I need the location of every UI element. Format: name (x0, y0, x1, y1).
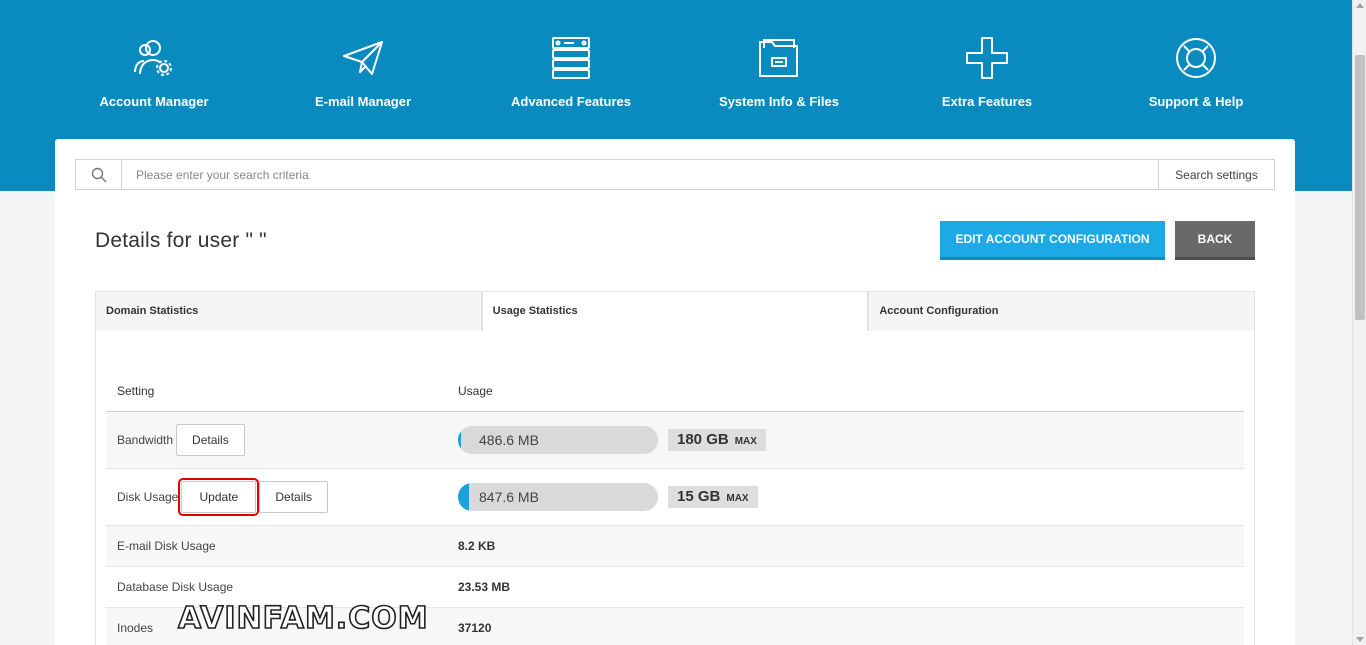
tab-usage-statistics[interactable]: Usage Statistics (481, 291, 869, 332)
max-label: MAX (734, 435, 757, 447)
page-title: Details for user " " (95, 229, 267, 252)
setting-label: Disk Usage (117, 489, 179, 504)
edit-account-configuration-button[interactable]: EDIT ACCOUNT CONFIGURATION (940, 221, 1165, 260)
search-settings-button[interactable]: Search settings (1158, 160, 1274, 189)
table-row-email-disk-usage: E-mail Disk Usage 8.2 KB (106, 525, 1244, 566)
usage-bar-fill (458, 425, 461, 454)
column-header-setting: Setting (106, 371, 447, 412)
paper-plane-icon (343, 41, 383, 75)
nav-account-manager[interactable]: Account Manager (49, 36, 259, 109)
search-input[interactable] (122, 160, 1158, 189)
search-button[interactable] (76, 160, 122, 189)
nav-label: Account Manager (99, 94, 209, 109)
nav-email-manager[interactable]: E-mail Manager (258, 36, 468, 109)
nav-advanced-features[interactable]: Advanced Features (466, 36, 676, 109)
usage-value: 486.6 MB (479, 431, 539, 448)
bandwidth-details-button[interactable]: Details (176, 423, 245, 456)
usage-statistics-panel: Setting Usage Bandwidth Details 486.6 MB… (95, 331, 1255, 645)
disk-usage-update-button[interactable]: Update (178, 477, 260, 516)
search-bar: Search settings (75, 159, 1275, 190)
nav-system-info-files[interactable]: System Info & Files (674, 36, 884, 109)
setting-value: 37120 (458, 620, 492, 635)
max-value: 180 GB (677, 430, 729, 448)
bandwidth-usage-bar: 486.6 MB (458, 425, 658, 454)
setting-value: 8.2 KB (458, 538, 496, 553)
tab-domain-statistics[interactable]: Domain Statistics (95, 291, 482, 332)
usage-value: 847.6 MB (479, 488, 539, 505)
disk-max: 15 GB MAX (668, 485, 758, 508)
back-button[interactable]: BACK (1175, 221, 1255, 260)
nav-label: Support & Help (1148, 94, 1244, 109)
column-header-usage: Usage (447, 371, 1244, 412)
disk-usage-bar: 847.6 MB (458, 482, 658, 511)
vertical-scrollbar[interactable] (1352, 0, 1366, 645)
disk-usage-details-button[interactable]: Details (259, 480, 329, 513)
setting-label: Bandwidth (117, 432, 174, 447)
search-icon (91, 167, 106, 182)
scroll-down-arrow-icon[interactable] (1356, 637, 1364, 642)
lifebuoy-icon (1176, 38, 1216, 78)
max-label: MAX (726, 492, 749, 504)
tab-account-configuration[interactable]: Account Configuration (868, 291, 1256, 332)
nav-label: Advanced Features (511, 94, 631, 109)
nav-label: Extra Features (941, 94, 1033, 109)
setting-label: E-mail Disk Usage (117, 538, 216, 553)
bandwidth-max: 180 GB MAX (668, 428, 766, 451)
table-row-disk-usage: Disk Usage Update Details 847.6 MB 15 GB… (106, 468, 1244, 525)
scroll-up-arrow-icon[interactable] (1356, 3, 1364, 8)
table-row-bandwidth: Bandwidth Details 486.6 MB 180 GB MAX (106, 411, 1244, 468)
nav-label: E-mail Manager (314, 94, 412, 109)
server-database-icon (552, 37, 590, 79)
account-manager-icon (134, 40, 172, 76)
main-navigation: Account Manager E-mail Manager Advanced … (0, 0, 1352, 139)
file-folder-icon (759, 39, 798, 77)
main-card: Search settings Details for user " " EDI… (55, 139, 1295, 645)
tab-bar: Domain Statistics Usage Statistics Accou… (95, 291, 1256, 332)
nav-label: System Info & Files (719, 94, 839, 109)
plus-icon (966, 37, 1008, 79)
watermark-text: AVINFAM.COM (177, 600, 429, 637)
setting-value: 23.53 MB (458, 579, 511, 594)
nav-extra-features[interactable]: Extra Features (882, 36, 1092, 109)
scrollbar-thumb[interactable] (1355, 55, 1365, 320)
nav-support-help[interactable]: Support & Help (1091, 36, 1301, 109)
max-value: 15 GB (677, 487, 721, 505)
usage-bar-fill (458, 482, 469, 511)
